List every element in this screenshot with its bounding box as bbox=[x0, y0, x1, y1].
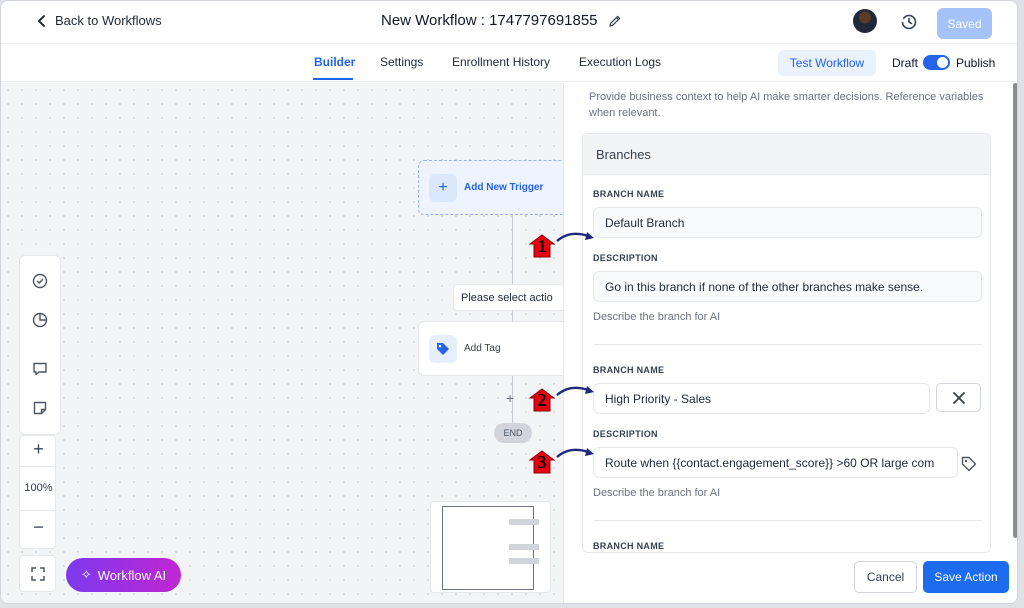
branch-divider bbox=[593, 520, 982, 521]
end-node: END bbox=[494, 423, 532, 443]
annotation-marker-3: 3 bbox=[528, 450, 556, 474]
active-tab-indicator bbox=[313, 78, 353, 80]
save-action-button[interactable]: Save Action bbox=[923, 561, 1009, 593]
annotation-number: 1 bbox=[537, 236, 547, 256]
panel-scrollbar[interactable] bbox=[1012, 83, 1017, 538]
publish-toggle[interactable] bbox=[923, 55, 950, 70]
branches-header: Branches bbox=[583, 134, 990, 175]
workflow-title: New Workflow : 1747797691855 bbox=[381, 12, 622, 29]
tag-icon bbox=[429, 335, 457, 363]
annotation-marker-1: 1 bbox=[528, 234, 556, 258]
branch-description-input[interactable]: Go in this branch if none of the other b… bbox=[593, 271, 982, 302]
annotation-number: 2 bbox=[537, 390, 547, 410]
check-circle-icon[interactable] bbox=[31, 272, 49, 290]
branch-divider bbox=[593, 344, 982, 345]
arrow-icon bbox=[556, 448, 594, 458]
saved-button[interactable]: Saved bbox=[937, 8, 992, 39]
minimap-node bbox=[509, 544, 539, 550]
workflow-title-text: New Workflow : 1747797691855 bbox=[381, 12, 598, 29]
zoom-out-button[interactable]: − bbox=[20, 517, 57, 538]
branches-section: Branches BRANCH NAME Default Branch DESC… bbox=[582, 133, 991, 553]
branch-help-text: Describe the branch for AI bbox=[593, 311, 721, 323]
panel-intro-text: Provide business context to help AI make… bbox=[589, 91, 984, 119]
publish-label: Publish bbox=[956, 56, 996, 70]
plus-icon: + bbox=[429, 174, 457, 202]
annotation-number: 3 bbox=[537, 452, 547, 472]
avatar[interactable] bbox=[853, 9, 877, 33]
history-icon[interactable] bbox=[899, 12, 919, 32]
expand-icon bbox=[31, 567, 45, 581]
tab-enrollment-history[interactable]: Enrollment History bbox=[452, 55, 550, 69]
arrow-icon bbox=[556, 232, 594, 242]
back-to-workflows-link[interactable]: Back to Workflows bbox=[35, 13, 162, 28]
branch-name-input[interactable]: Default Branch bbox=[593, 207, 982, 238]
add-trigger-node[interactable]: + Add New Trigger bbox=[418, 160, 578, 215]
description-label: DESCRIPTION bbox=[593, 429, 658, 439]
branch-name-label: BRANCH NAME bbox=[593, 365, 665, 375]
branch-description-input[interactable]: Route when {{contact.engagement_score}} … bbox=[593, 447, 958, 478]
pencil-icon[interactable] bbox=[608, 14, 622, 28]
connector-line bbox=[512, 215, 513, 284]
pie-chart-icon[interactable] bbox=[31, 311, 49, 329]
tab-builder[interactable]: Builder bbox=[314, 55, 355, 69]
canvas-tool-panel bbox=[19, 255, 61, 435]
delete-branch-button[interactable] bbox=[936, 383, 981, 412]
test-workflow-button[interactable]: Test Workflow bbox=[778, 50, 876, 76]
zoom-in-button[interactable]: + bbox=[20, 439, 57, 460]
tabs-bar: Builder Settings Enrollment History Exec… bbox=[1, 44, 1017, 82]
draft-label: Draft bbox=[892, 56, 919, 70]
panel-footer: Cancel Save Action bbox=[564, 553, 1017, 603]
sticky-note-icon[interactable] bbox=[31, 399, 49, 417]
add-step-button[interactable]: + bbox=[506, 390, 514, 406]
description-label: DESCRIPTION bbox=[593, 253, 658, 263]
zoom-level: 100% bbox=[24, 482, 53, 494]
app-window: Back to Workflows New Workflow : 1747797… bbox=[0, 0, 1018, 604]
close-icon bbox=[952, 391, 965, 404]
zoom-divider bbox=[20, 466, 57, 467]
action-side-panel: Provide business context to help AI make… bbox=[563, 83, 1017, 603]
arrow-icon bbox=[556, 386, 594, 396]
zoom-controls: + 100% − bbox=[19, 435, 57, 549]
zoom-divider bbox=[20, 510, 57, 511]
add-tag-label: Add Tag bbox=[464, 343, 501, 354]
scrollbar-thumb[interactable] bbox=[1013, 83, 1017, 538]
add-tag-node[interactable]: Add Tag bbox=[418, 321, 578, 376]
toggle-knob bbox=[937, 57, 948, 68]
annotation-marker-2: 2 bbox=[528, 388, 556, 412]
workflow-ai-button[interactable]: ✧ Workflow AI bbox=[66, 558, 181, 592]
minimap-node bbox=[509, 519, 539, 525]
workflow-ai-label: Workflow AI bbox=[97, 567, 167, 583]
add-trigger-label: Add New Trigger bbox=[464, 182, 544, 193]
tag-icon[interactable] bbox=[960, 455, 978, 473]
top-header: Back to Workflows New Workflow : 1747797… bbox=[1, 1, 1017, 44]
sparkle-icon: ✧ bbox=[80, 567, 92, 582]
select-action-node[interactable]: Please select actio bbox=[453, 284, 573, 311]
connector-line bbox=[512, 311, 513, 321]
branch-name-input[interactable]: High Priority - Sales bbox=[593, 383, 930, 414]
branch-name-label: BRANCH NAME bbox=[593, 541, 665, 551]
branch-name-label: BRANCH NAME bbox=[593, 189, 665, 199]
fit-view-button[interactable] bbox=[19, 555, 56, 592]
comment-icon[interactable] bbox=[31, 360, 49, 378]
tab-settings[interactable]: Settings bbox=[380, 55, 423, 69]
chevron-left-icon bbox=[38, 14, 45, 27]
back-label: Back to Workflows bbox=[55, 13, 162, 28]
minimap[interactable] bbox=[430, 501, 551, 593]
cancel-button[interactable]: Cancel bbox=[854, 561, 917, 593]
minimap-node bbox=[509, 558, 539, 564]
branch-help-text: Describe the branch for AI bbox=[593, 487, 721, 499]
tab-execution-logs[interactable]: Execution Logs bbox=[579, 55, 661, 69]
